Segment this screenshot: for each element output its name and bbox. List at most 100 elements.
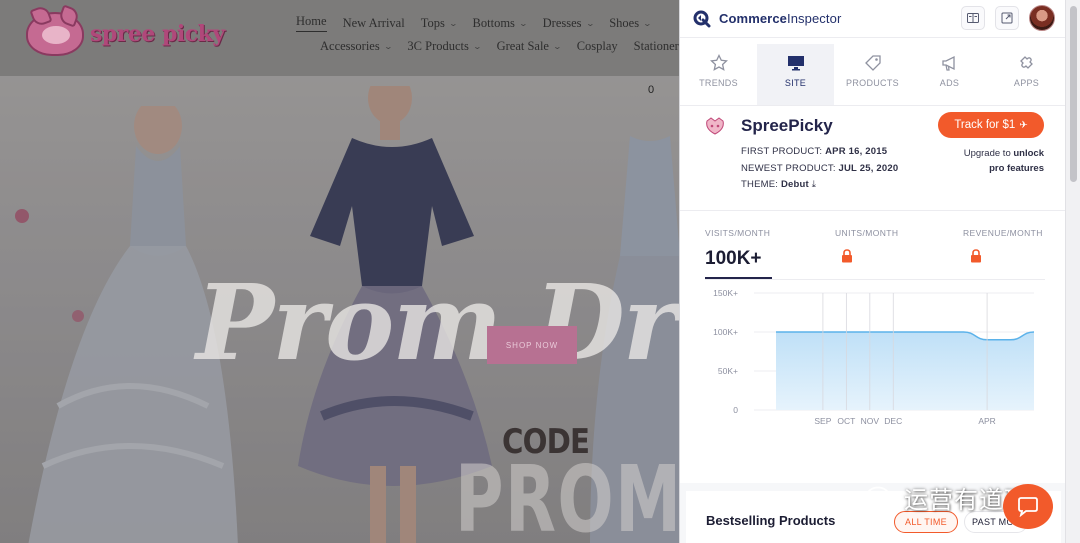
logo-text: spree picky xyxy=(90,21,225,47)
star-icon xyxy=(709,54,728,71)
nav-item-stationer[interactable]: Stationer xyxy=(634,39,679,54)
tab-label: TRENDS xyxy=(699,78,738,88)
nav-item-label: 3C Products xyxy=(407,38,469,53)
panel-tabs: TRENDS SITE PRODUCTS ADS APPS xyxy=(680,38,1065,106)
user-avatar[interactable] xyxy=(1029,5,1055,31)
tab-label: ADS xyxy=(939,78,960,88)
wechat-icon xyxy=(866,486,896,509)
panel-scrollbar[interactable] xyxy=(1065,0,1080,543)
store-logo[interactable]: spree picky xyxy=(26,12,225,56)
visits-value: 100K+ xyxy=(705,248,762,269)
chat-bubble-icon xyxy=(1018,496,1038,517)
scrollbar-thumb[interactable] xyxy=(1070,6,1077,182)
lock-icon[interactable] xyxy=(969,249,983,268)
upgrade-note[interactable]: Upgrade to unlock pro features xyxy=(924,147,1044,176)
series-area xyxy=(776,332,1034,410)
nav-item-label: Tops xyxy=(420,15,445,30)
main-nav: Home New Arrival Tops ⌄ Bottoms ⌄ Dresses ⌄ Shoe… xyxy=(296,12,680,57)
x-tick-label: OCT xyxy=(837,416,855,426)
pin-icon: ✈ xyxy=(1019,119,1028,131)
nav-item-label: Stationer xyxy=(633,38,679,53)
chat-fab-button[interactable] xyxy=(1003,484,1053,529)
hero-script-text: Prom Dres xyxy=(196,261,680,384)
tab-label: SITE xyxy=(784,78,807,88)
nav-row-secondary: Accessories ⌄ 3C Products ⌄ Great Sale ⌄ Cospl… xyxy=(320,35,680,57)
traffic-stats: VISITS/MONTH UNITS/MONTH REVENUE/MONTH 1… xyxy=(680,211,1065,457)
brand-name: CommerceInspector xyxy=(719,11,842,26)
nav-item-bottoms[interactable]: Bottoms ⌄ xyxy=(473,16,528,31)
tab-apps[interactable]: APPS xyxy=(988,44,1065,105)
x-tick-label: APR xyxy=(978,416,995,426)
nav-item-dresses[interactable]: Dresses ⌄ xyxy=(542,15,595,31)
nav-item-label: Accessories xyxy=(320,38,380,53)
track-button[interactable]: Track for $1 ✈ xyxy=(938,112,1044,138)
tab-ads[interactable]: ADS xyxy=(911,44,988,105)
y-tick-label: 0 xyxy=(733,405,738,415)
chevron-down-icon: ⌄ xyxy=(585,18,595,28)
nav-item-label: Great Sale xyxy=(496,38,549,53)
nav-item-cosplay[interactable]: Cosplay xyxy=(577,39,618,54)
commerce-inspector-logo-icon xyxy=(692,9,712,29)
chevron-down-icon: ⌄ xyxy=(383,41,393,51)
bestselling-title: Bestselling Products xyxy=(706,513,836,528)
tag-icon xyxy=(864,55,881,71)
nav-item-shoes[interactable]: Shoes ⌄ xyxy=(609,15,653,31)
store-header: spree picky Home New Arrival Tops ⌄ Bottoms ⌄… xyxy=(0,0,680,76)
nav-item-home[interactable]: Home xyxy=(296,14,327,32)
site-meta: FIRST PRODUCT: APR 16, 2015 NEWEST PRODU… xyxy=(741,144,898,194)
megaphone-icon xyxy=(941,55,955,71)
chevron-down-icon: ⌄ xyxy=(642,18,653,28)
theme-link[interactable]: Debut xyxy=(781,179,809,190)
tab-products[interactable]: PRODUCTS xyxy=(834,44,911,105)
cat-logo-icon xyxy=(26,12,84,56)
download-icon[interactable]: ⤓ xyxy=(812,179,816,190)
stat-divider xyxy=(705,279,1045,280)
visits-area-chart: 0 50K+ 100K+ 150K+ SEP OCT NOV DEC APR xyxy=(713,288,1035,426)
header-actions xyxy=(961,5,1055,31)
visits-label[interactable]: VISITS/MONTH xyxy=(705,228,770,238)
promo-code-value: PROM xyxy=(455,446,680,543)
nav-item-accessories[interactable]: Accessories ⌄ xyxy=(320,38,393,54)
y-tick-label: 100K+ xyxy=(713,327,738,337)
site-summary-card: SpreePicky FIRST PRODUCT: APR 16, 2015 N… xyxy=(680,106,1065,211)
x-tick-label: SEP xyxy=(814,416,831,426)
chevron-down-icon: ⌄ xyxy=(448,18,458,28)
tab-label: PRODUCTS xyxy=(846,78,899,88)
nav-item-label: Home xyxy=(296,14,327,28)
first-product-row: FIRST PRODUCT: APR 16, 2015 xyxy=(741,146,888,157)
shop-now-button[interactable]: SHOP NOW xyxy=(487,326,577,364)
tab-site[interactable]: SITE xyxy=(757,44,834,105)
tab-trends[interactable]: TRENDS xyxy=(680,44,757,105)
store-page: spree picky Home New Arrival Tops ⌄ Bottoms ⌄… xyxy=(0,0,680,543)
x-tick-label: DEC xyxy=(884,416,902,426)
nav-item-new-arrival[interactable]: New Arrival xyxy=(343,16,405,31)
revenue-label[interactable]: REVENUE/MONTH xyxy=(963,228,1043,238)
x-tick-label: NOV xyxy=(861,416,880,426)
theme-row: THEME: Debut ⤓ xyxy=(741,179,817,190)
monitor-icon xyxy=(787,56,804,71)
nav-item-3c-products[interactable]: 3C Products ⌄ xyxy=(407,38,482,54)
units-label[interactable]: UNITS/MONTH xyxy=(835,228,898,238)
y-tick-label: 50K+ xyxy=(718,366,738,376)
puzzle-icon xyxy=(1019,56,1033,69)
hero-banner: Prom Dres SHOP NOW CODE PROM xyxy=(0,76,680,543)
nav-item-label: Shoes xyxy=(609,15,640,30)
chevron-down-icon: ⌄ xyxy=(518,18,528,28)
guide-book-icon[interactable] xyxy=(961,6,985,30)
chevron-down-icon: ⌄ xyxy=(552,41,563,51)
cart-count[interactable]: 0 xyxy=(648,84,654,96)
site-name: SpreePicky xyxy=(741,116,833,135)
site-favicon-icon xyxy=(704,117,726,140)
nav-item-tops[interactable]: Tops ⌄ xyxy=(420,15,458,31)
chevron-down-icon: ⌄ xyxy=(472,41,482,51)
nav-item-label: Cosplay xyxy=(576,38,618,53)
open-external-icon[interactable] xyxy=(995,6,1019,30)
commerce-inspector-panel: CommerceInspector TRENDS SITE PRODUCTS ADS A… xyxy=(679,0,1065,543)
tab-label: APPS xyxy=(1013,78,1040,88)
nav-item-great-sale[interactable]: Great Sale ⌄ xyxy=(496,38,563,54)
newest-product-row: NEWEST PRODUCT: JUL 25, 2020 xyxy=(741,162,899,174)
lock-icon[interactable] xyxy=(840,249,854,268)
nav-row-primary: Home New Arrival Tops ⌄ Bottoms ⌄ Dresses ⌄ Shoe… xyxy=(296,12,680,34)
nav-item-label: Dresses xyxy=(542,15,582,30)
nav-item-label: New Arrival xyxy=(342,15,405,30)
